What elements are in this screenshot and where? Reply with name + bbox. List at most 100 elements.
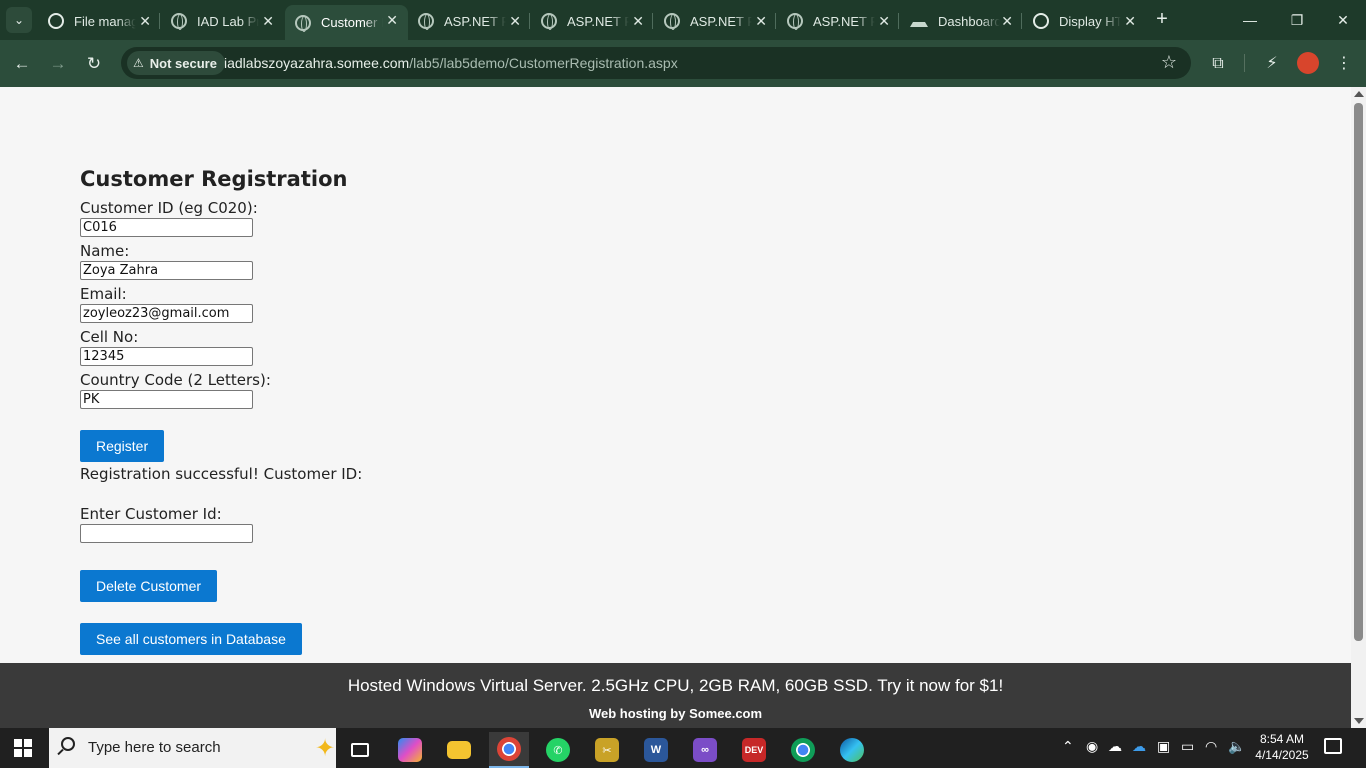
menu-kebab-icon[interactable]: ⋮ bbox=[1332, 52, 1356, 76]
browser-toolbar: ← → ↻ ⚠ Not secure iadlabszoyazahra.some… bbox=[0, 40, 1366, 87]
sparkle-icon: ✦ bbox=[315, 735, 336, 762]
chrome-profile-icon[interactable] bbox=[783, 732, 823, 768]
url-text[interactable]: iadlabszoyazahra.somee.com/lab5/lab5demo… bbox=[224, 55, 678, 71]
new-tab-button[interactable]: + bbox=[1151, 6, 1173, 32]
forward-button[interactable]: → bbox=[46, 52, 70, 76]
search-icon bbox=[61, 737, 75, 751]
tab-aspnet-1[interactable]: ASP.NET Page ✕ bbox=[408, 6, 531, 36]
globe-icon bbox=[418, 13, 434, 30]
reload-button[interactable]: ↻ bbox=[82, 52, 106, 76]
tab-dashboard[interactable]: Dashboard ✕ bbox=[900, 6, 1023, 36]
scroll-up-arrow-icon[interactable] bbox=[1354, 91, 1364, 97]
task-view-icon[interactable] bbox=[340, 732, 380, 768]
ad-footer[interactable]: Web hosting by Somee.com bbox=[0, 706, 1351, 721]
notification-icon[interactable] bbox=[1324, 738, 1342, 754]
battery-icon[interactable]: ▭ bbox=[1181, 738, 1194, 755]
close-tab-icon[interactable]: ✕ bbox=[878, 13, 890, 30]
camera-icon[interactable]: ▣ bbox=[1157, 738, 1170, 755]
globe-icon bbox=[171, 13, 187, 30]
register-button[interactable]: Register bbox=[80, 430, 165, 462]
clock-time: 8:54 AM bbox=[1259, 732, 1305, 746]
file-explorer-icon[interactable] bbox=[439, 732, 479, 768]
address-bar[interactable]: ⚠ Not secure iadlabszoyazahra.somee.com/… bbox=[121, 47, 1191, 79]
url-host: iadlabszoyazahra.somee.com bbox=[224, 55, 410, 71]
meet-now-icon[interactable]: ◉ bbox=[1086, 738, 1098, 755]
globe-icon bbox=[664, 13, 680, 30]
close-tab-icon[interactable]: ✕ bbox=[755, 13, 767, 30]
windows-start-icon[interactable] bbox=[14, 739, 32, 757]
hosting-ad-banner[interactable]: Hosted Windows Virtual Server. 2.5GHz CP… bbox=[0, 663, 1351, 728]
status-message: Registration successful! Customer ID: bbox=[80, 465, 363, 483]
email-input[interactable] bbox=[80, 304, 253, 323]
country-code-input[interactable] bbox=[80, 390, 253, 409]
security-chip[interactable]: ⚠ Not secure bbox=[127, 51, 225, 75]
clock[interactable]: 8:54 AM 4/14/2025 bbox=[1251, 731, 1313, 763]
see-all-customers-button[interactable]: See all customers in Database bbox=[80, 623, 302, 655]
profile-avatar[interactable] bbox=[1297, 52, 1319, 74]
tab-title: Customer Registration bbox=[321, 15, 383, 30]
close-tab-icon[interactable]: ✕ bbox=[632, 13, 644, 30]
tab-title: ASP.NET Page bbox=[567, 13, 629, 29]
tab-customer-registration[interactable]: Customer Registration ✕ bbox=[285, 5, 408, 40]
email-label: Email: bbox=[80, 285, 127, 303]
registration-form: Customer Registration Customer ID (eg C0… bbox=[80, 167, 362, 655]
whatsapp-icon[interactable]: ✆ bbox=[538, 732, 578, 768]
tab-display-html[interactable]: Display HTML ✕ bbox=[1023, 6, 1146, 36]
tab-title: IAD Lab Project bbox=[197, 13, 259, 29]
scroll-down-arrow-icon[interactable] bbox=[1354, 718, 1364, 724]
url-path: /lab5/lab5demo/CustomerRegistration.aspx bbox=[409, 55, 678, 71]
delete-customer-id-input[interactable] bbox=[80, 524, 253, 543]
customer-id-label: Customer ID (eg C020): bbox=[80, 199, 258, 217]
performance-icon[interactable]: ⚡ bbox=[1260, 52, 1284, 76]
snipping-tool-icon[interactable]: ✂ bbox=[587, 732, 627, 768]
onedrive-blue-icon[interactable]: ☁ bbox=[1132, 738, 1146, 755]
back-button[interactable]: ← bbox=[10, 52, 34, 76]
wifi-icon[interactable]: ◠ bbox=[1205, 738, 1217, 755]
restore-button[interactable]: ❐ bbox=[1285, 8, 1309, 32]
delete-customer-button[interactable]: Delete Customer bbox=[80, 570, 218, 602]
security-label: Not secure bbox=[149, 55, 217, 71]
close-tab-icon[interactable]: ✕ bbox=[1001, 13, 1013, 30]
ad-headline[interactable]: Hosted Windows Virtual Server. 2.5GHz CP… bbox=[0, 676, 1351, 696]
close-tab-icon[interactable]: ✕ bbox=[139, 13, 151, 30]
tab-aspnet-4[interactable]: ASP.NET Page ✕ bbox=[777, 6, 900, 36]
tab-iad-lab[interactable]: IAD Lab Project ✕ bbox=[161, 6, 284, 36]
tab-aspnet-2[interactable]: ASP.NET Page ✕ bbox=[531, 6, 654, 36]
tab-aspnet-3[interactable]: ASP.NET Page ✕ bbox=[654, 6, 777, 36]
country-code-label: Country Code (2 Letters): bbox=[80, 371, 271, 389]
close-tab-icon[interactable]: ✕ bbox=[1124, 13, 1136, 30]
clock-date: 4/14/2025 bbox=[1255, 748, 1309, 762]
tab-file-manager[interactable]: File manager ✕ bbox=[38, 6, 161, 36]
copilot-icon[interactable] bbox=[390, 732, 430, 768]
bookmark-star-icon[interactable]: ☆ bbox=[1161, 52, 1177, 73]
visual-studio-icon[interactable]: ∞ bbox=[685, 732, 725, 768]
globe-icon bbox=[541, 13, 557, 30]
show-hidden-icons-icon[interactable]: ⌃ bbox=[1062, 738, 1074, 755]
tab-title: ASP.NET Page bbox=[690, 13, 752, 29]
close-tab-icon[interactable]: ✕ bbox=[509, 13, 521, 30]
tab-search-button[interactable]: ⌄ bbox=[6, 7, 32, 33]
extensions-icon[interactable]: ⧉ bbox=[1206, 52, 1230, 76]
boat-icon bbox=[910, 15, 928, 27]
dev-cpp-icon[interactable]: DEV bbox=[734, 732, 774, 768]
edge-icon[interactable] bbox=[832, 732, 872, 768]
close-tab-icon[interactable]: ✕ bbox=[386, 12, 398, 29]
page-scrollbar[interactable] bbox=[1351, 87, 1366, 728]
scrollbar-thumb[interactable] bbox=[1354, 103, 1363, 641]
globe-icon bbox=[787, 13, 803, 30]
chrome-icon[interactable] bbox=[489, 732, 529, 768]
taskbar-search[interactable]: Type here to search ✦ bbox=[49, 728, 336, 768]
name-label: Name: bbox=[80, 242, 130, 260]
close-tab-icon[interactable]: ✕ bbox=[262, 13, 274, 30]
onedrive-white-icon[interactable]: ☁ bbox=[1108, 738, 1122, 755]
cell-no-input[interactable] bbox=[80, 347, 253, 366]
close-window-button[interactable]: ✕ bbox=[1331, 8, 1355, 32]
minimize-button[interactable]: — bbox=[1238, 8, 1262, 32]
chevron-down-icon: ⌄ bbox=[13, 13, 25, 27]
word-icon[interactable]: W bbox=[636, 732, 676, 768]
tab-favicon-icon bbox=[48, 13, 64, 29]
customer-id-input[interactable] bbox=[80, 218, 253, 237]
volume-icon[interactable]: 🔈 bbox=[1228, 738, 1245, 755]
tab-title: File manager bbox=[74, 13, 136, 29]
name-input[interactable] bbox=[80, 261, 253, 280]
